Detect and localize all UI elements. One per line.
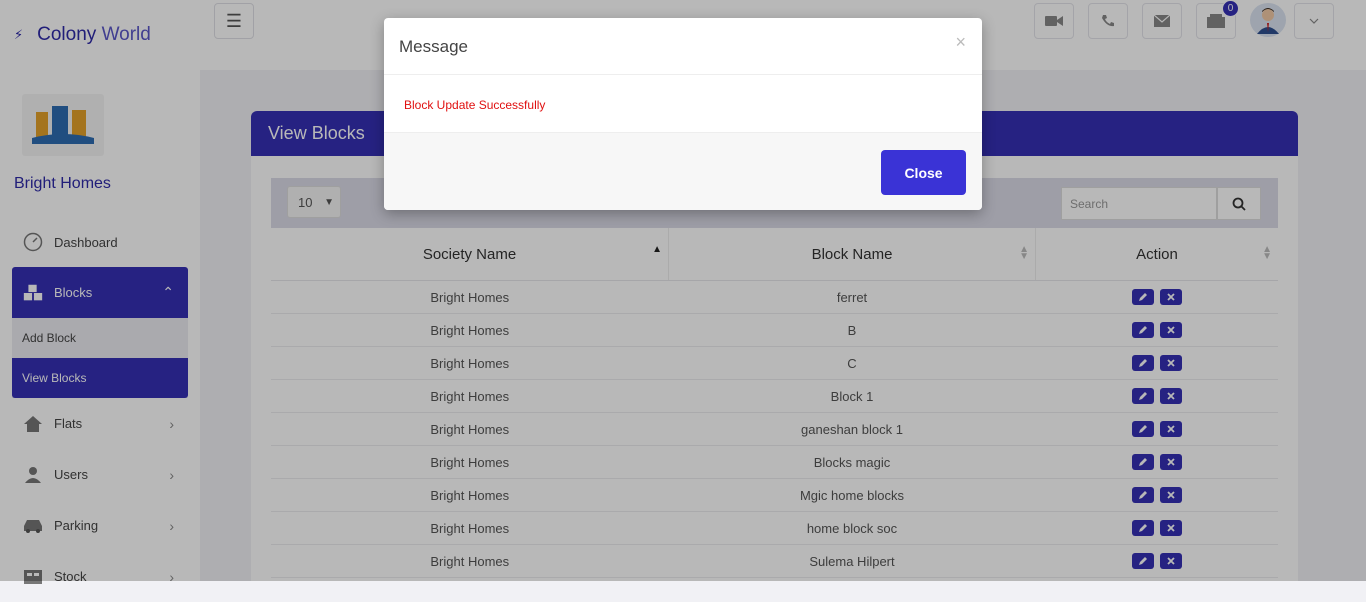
modal-divider — [384, 74, 982, 75]
close-icon[interactable]: × — [955, 32, 966, 53]
close-button[interactable]: Close — [881, 150, 966, 195]
message-modal: Message × Block Update Successfully Clos… — [384, 18, 982, 210]
modal-title: Message — [399, 37, 468, 56]
modal-message: Block Update Successfully — [404, 98, 546, 112]
modal-footer: Close — [384, 132, 982, 210]
